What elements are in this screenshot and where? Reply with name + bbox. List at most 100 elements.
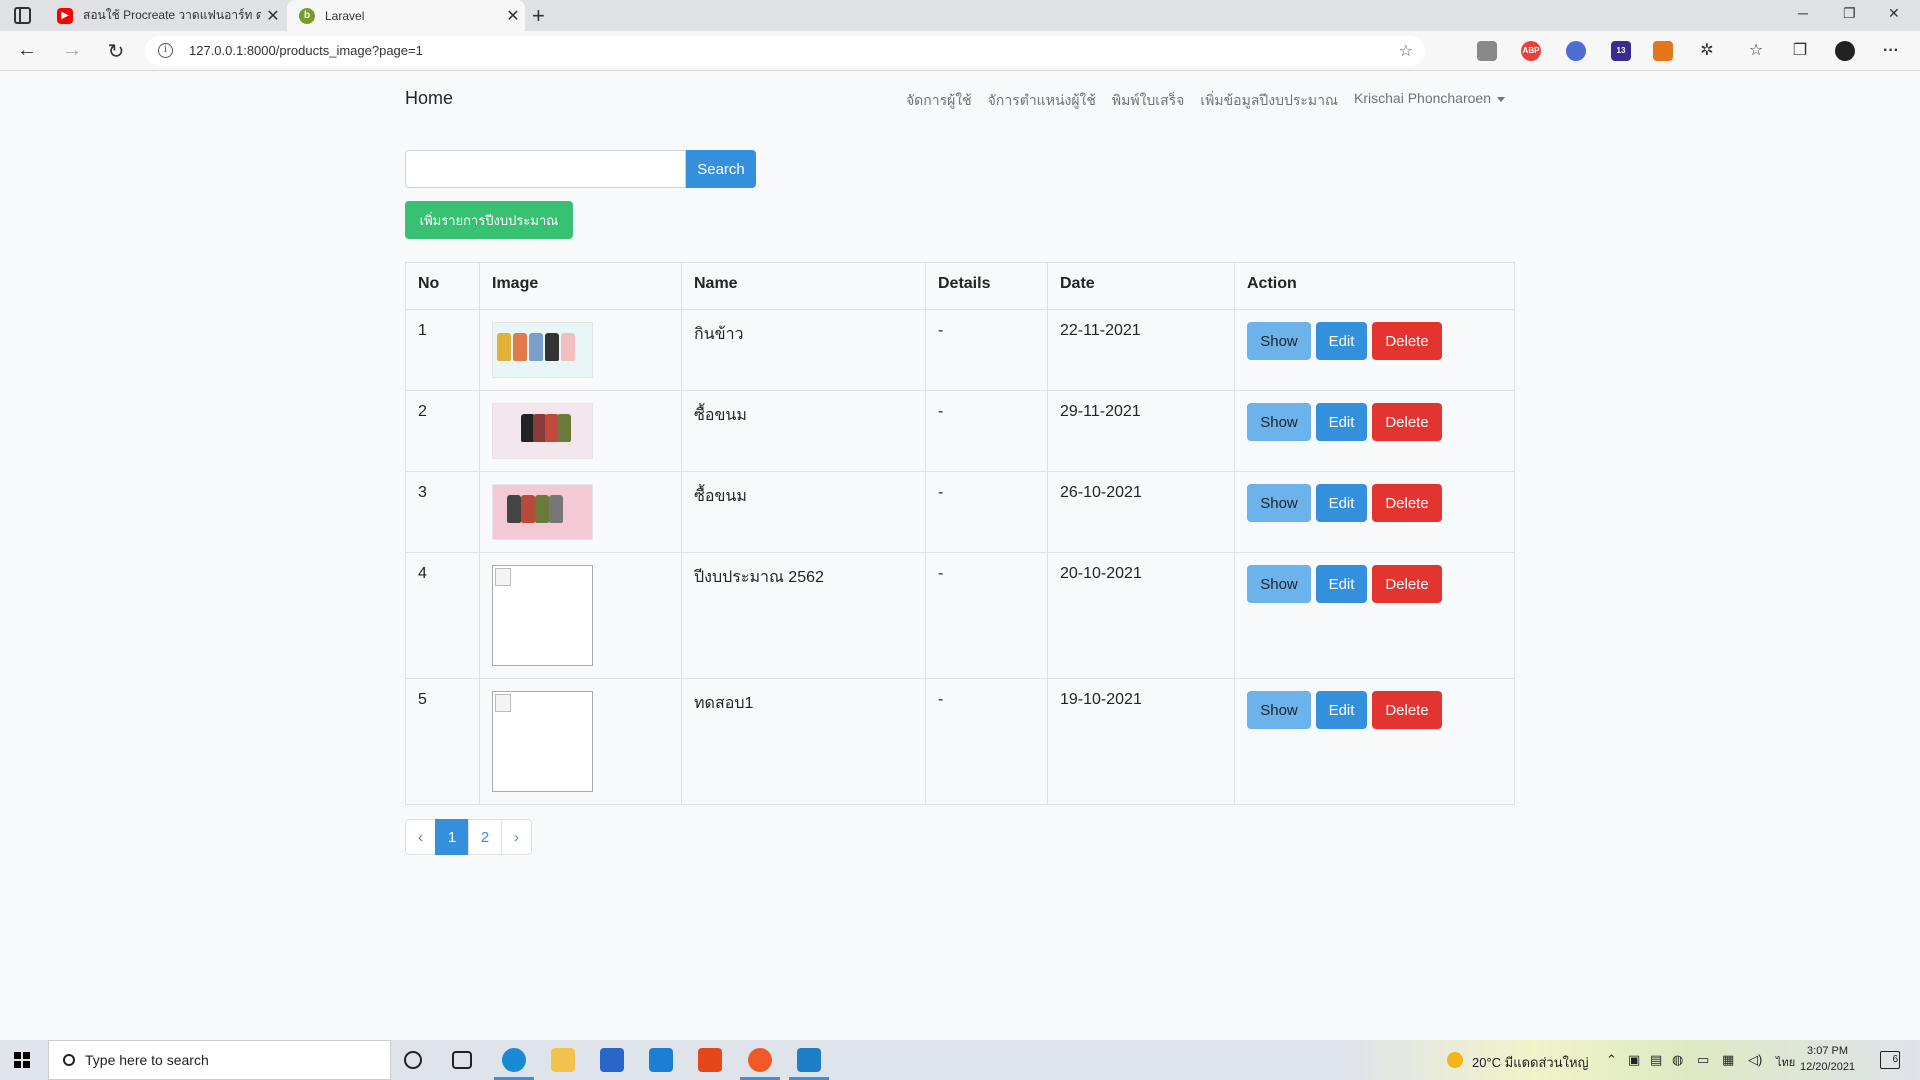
row-actions: Show Edit Delete bbox=[1234, 309, 1515, 391]
brand-link[interactable]: Home bbox=[405, 88, 453, 109]
profile-avatar[interactable] bbox=[1835, 41, 1855, 61]
tab-actions-icon[interactable] bbox=[14, 7, 31, 24]
extension-icon[interactable] bbox=[1566, 41, 1586, 61]
shirt-shape bbox=[513, 333, 527, 361]
taskbar-clock[interactable]: 3:07 PM 12/20/2021 bbox=[1800, 1043, 1855, 1075]
minimize-icon[interactable]: ─ bbox=[1798, 5, 1808, 21]
show-button[interactable]: Show bbox=[1247, 484, 1311, 522]
windows-start-icon[interactable] bbox=[14, 1052, 30, 1068]
search-icon bbox=[63, 1054, 75, 1066]
shirt-shape bbox=[549, 495, 563, 523]
delete-button[interactable]: Delete bbox=[1372, 403, 1442, 441]
edit-button[interactable]: Edit bbox=[1316, 691, 1367, 729]
add-budget-item-button[interactable]: เพิ่มรายการปีงบประมาณ bbox=[405, 201, 573, 239]
nav-link-manage-positions[interactable]: จัการตำแหน่งผู้ใช้ bbox=[988, 90, 1096, 112]
extensions-puzzle-icon[interactable]: ✲ bbox=[1697, 41, 1717, 61]
search-button[interactable]: Search bbox=[686, 150, 756, 188]
user-dropdown[interactable]: Krischai Phoncharoen bbox=[1354, 90, 1505, 112]
browser-tab-youtube[interactable]: ▶ สอนใช้ Procreate วาดแฟนอาร์ท ดาร... ✕ bbox=[45, 0, 285, 31]
volume-icon[interactable]: ◁) bbox=[1748, 1052, 1762, 1068]
close-window-icon[interactable]: ✕ bbox=[1888, 5, 1900, 22]
pagination: ‹ 1 2 › bbox=[405, 819, 532, 855]
url-text[interactable]: 127.0.0.1:8000/products_image?page=1 bbox=[189, 43, 423, 58]
show-hidden-icons-icon[interactable]: ⌃ bbox=[1606, 1052, 1617, 1068]
row-name[interactable]: กินข้าว bbox=[681, 309, 926, 391]
collections-icon[interactable]: ❐ bbox=[1790, 41, 1810, 61]
row-actions: Show Edit Delete bbox=[1234, 390, 1515, 472]
tray-app-icon[interactable]: ◍ bbox=[1672, 1052, 1683, 1068]
store-icon[interactable] bbox=[600, 1048, 624, 1072]
info-icon[interactable]: i bbox=[158, 43, 173, 58]
delete-button[interactable]: Delete bbox=[1372, 484, 1442, 522]
office-icon[interactable] bbox=[698, 1048, 722, 1072]
new-tab-icon[interactable]: + bbox=[532, 3, 545, 29]
favorites-icon[interactable]: ☆ bbox=[1746, 41, 1766, 61]
browser-tab-laravel[interactable]: b Laravel ✕ bbox=[287, 0, 525, 31]
input-language[interactable]: ไทย bbox=[1776, 1053, 1795, 1071]
file-explorer-icon[interactable] bbox=[551, 1048, 575, 1072]
taskbar-search[interactable]: Type here to search bbox=[48, 1040, 391, 1080]
row-details: - bbox=[925, 390, 1048, 472]
forward-icon[interactable]: → bbox=[60, 39, 84, 62]
shirt-shape bbox=[561, 333, 575, 361]
edit-button[interactable]: Edit bbox=[1316, 403, 1367, 441]
address-bar[interactable]: i 127.0.0.1:8000/products_image?page=1 ☆ bbox=[145, 36, 1425, 66]
tray-app-icon[interactable]: ▣ bbox=[1628, 1052, 1640, 1068]
favorite-star-icon[interactable]: ☆ bbox=[1399, 41, 1413, 61]
edge-browser-icon[interactable] bbox=[502, 1048, 526, 1072]
reload-icon[interactable]: ↻ bbox=[104, 39, 128, 64]
network-icon[interactable]: ▦ bbox=[1722, 1052, 1734, 1068]
show-button[interactable]: Show bbox=[1247, 322, 1311, 360]
weather-icon[interactable] bbox=[1447, 1052, 1463, 1068]
nav-link-manage-users[interactable]: จัดการผู้ใช้ bbox=[906, 90, 972, 112]
shirt-shape bbox=[557, 414, 571, 442]
edit-button[interactable]: Edit bbox=[1316, 565, 1367, 603]
task-view-icon[interactable] bbox=[452, 1051, 472, 1069]
notifications-icon[interactable]: 6 bbox=[1880, 1051, 1900, 1069]
edit-button[interactable]: Edit bbox=[1316, 322, 1367, 360]
close-tab-icon[interactable]: ✕ bbox=[501, 6, 525, 26]
delete-button[interactable]: Delete bbox=[1372, 322, 1442, 360]
product-thumbnail bbox=[492, 484, 593, 540]
cast-icon[interactable] bbox=[1477, 41, 1497, 61]
cortana-icon[interactable] bbox=[404, 1051, 422, 1069]
show-button[interactable]: Show bbox=[1247, 403, 1311, 441]
edit-button[interactable]: Edit bbox=[1316, 484, 1367, 522]
adblock-icon[interactable]: ABP bbox=[1521, 41, 1541, 61]
row-no: 5 bbox=[405, 678, 480, 805]
more-menu-icon[interactable]: ··· bbox=[1881, 41, 1901, 61]
weather-text[interactable]: 20°C มีแดดส่วนใหญ่ bbox=[1472, 1052, 1589, 1073]
search-input[interactable] bbox=[405, 150, 686, 188]
product-thumbnail bbox=[492, 322, 593, 378]
show-button[interactable]: Show bbox=[1247, 691, 1311, 729]
vscode-icon[interactable] bbox=[797, 1048, 821, 1072]
pagination-prev[interactable]: ‹ bbox=[405, 819, 436, 855]
metamask-icon[interactable] bbox=[1653, 41, 1673, 61]
delete-button[interactable]: Delete bbox=[1372, 565, 1442, 603]
tray-app-icon[interactable]: ▤ bbox=[1650, 1052, 1662, 1068]
close-tab-icon[interactable]: ✕ bbox=[261, 6, 285, 26]
pagination-next[interactable]: › bbox=[501, 819, 532, 855]
row-name[interactable]: ซื้อขนม bbox=[681, 390, 926, 472]
row-details: - bbox=[925, 309, 1048, 391]
shirt-shape bbox=[529, 333, 543, 361]
pagination-page-1[interactable]: 1 bbox=[435, 819, 469, 855]
delete-button[interactable]: Delete bbox=[1372, 691, 1442, 729]
table-row: 5 ทดสอบ1 - 19-10-2021 Show Edit Delete bbox=[405, 678, 1515, 805]
shirt-shape bbox=[535, 495, 549, 523]
nav-link-add-fiscal-year[interactable]: เพิ่มข้อมูลปีงบประมาณ bbox=[1200, 90, 1338, 112]
extension-badge-icon[interactable]: 13 bbox=[1611, 41, 1631, 61]
back-icon[interactable]: ← bbox=[15, 39, 39, 62]
battery-icon[interactable]: ▭ bbox=[1697, 1052, 1709, 1068]
show-button[interactable]: Show bbox=[1247, 565, 1311, 603]
row-name[interactable]: ทดสอบ1 bbox=[681, 678, 926, 805]
row-name[interactable]: ซื้อขนม bbox=[681, 471, 926, 553]
nav-link-print-receipt[interactable]: พิมพ์ใบเสร็จ bbox=[1112, 90, 1184, 112]
mail-icon[interactable] bbox=[649, 1048, 673, 1072]
pagination-page-2[interactable]: 2 bbox=[468, 819, 502, 855]
row-name[interactable]: ปีงบประมาณ 2562 bbox=[681, 552, 926, 679]
restore-icon[interactable]: ❐ bbox=[1843, 5, 1856, 22]
row-date: 22-11-2021 bbox=[1047, 309, 1235, 391]
nav-links: จัดการผู้ใช้ จัการตำแหน่งผู้ใช้ พิมพ์ใบเ… bbox=[906, 90, 1505, 112]
xampp-icon[interactable] bbox=[748, 1048, 772, 1072]
